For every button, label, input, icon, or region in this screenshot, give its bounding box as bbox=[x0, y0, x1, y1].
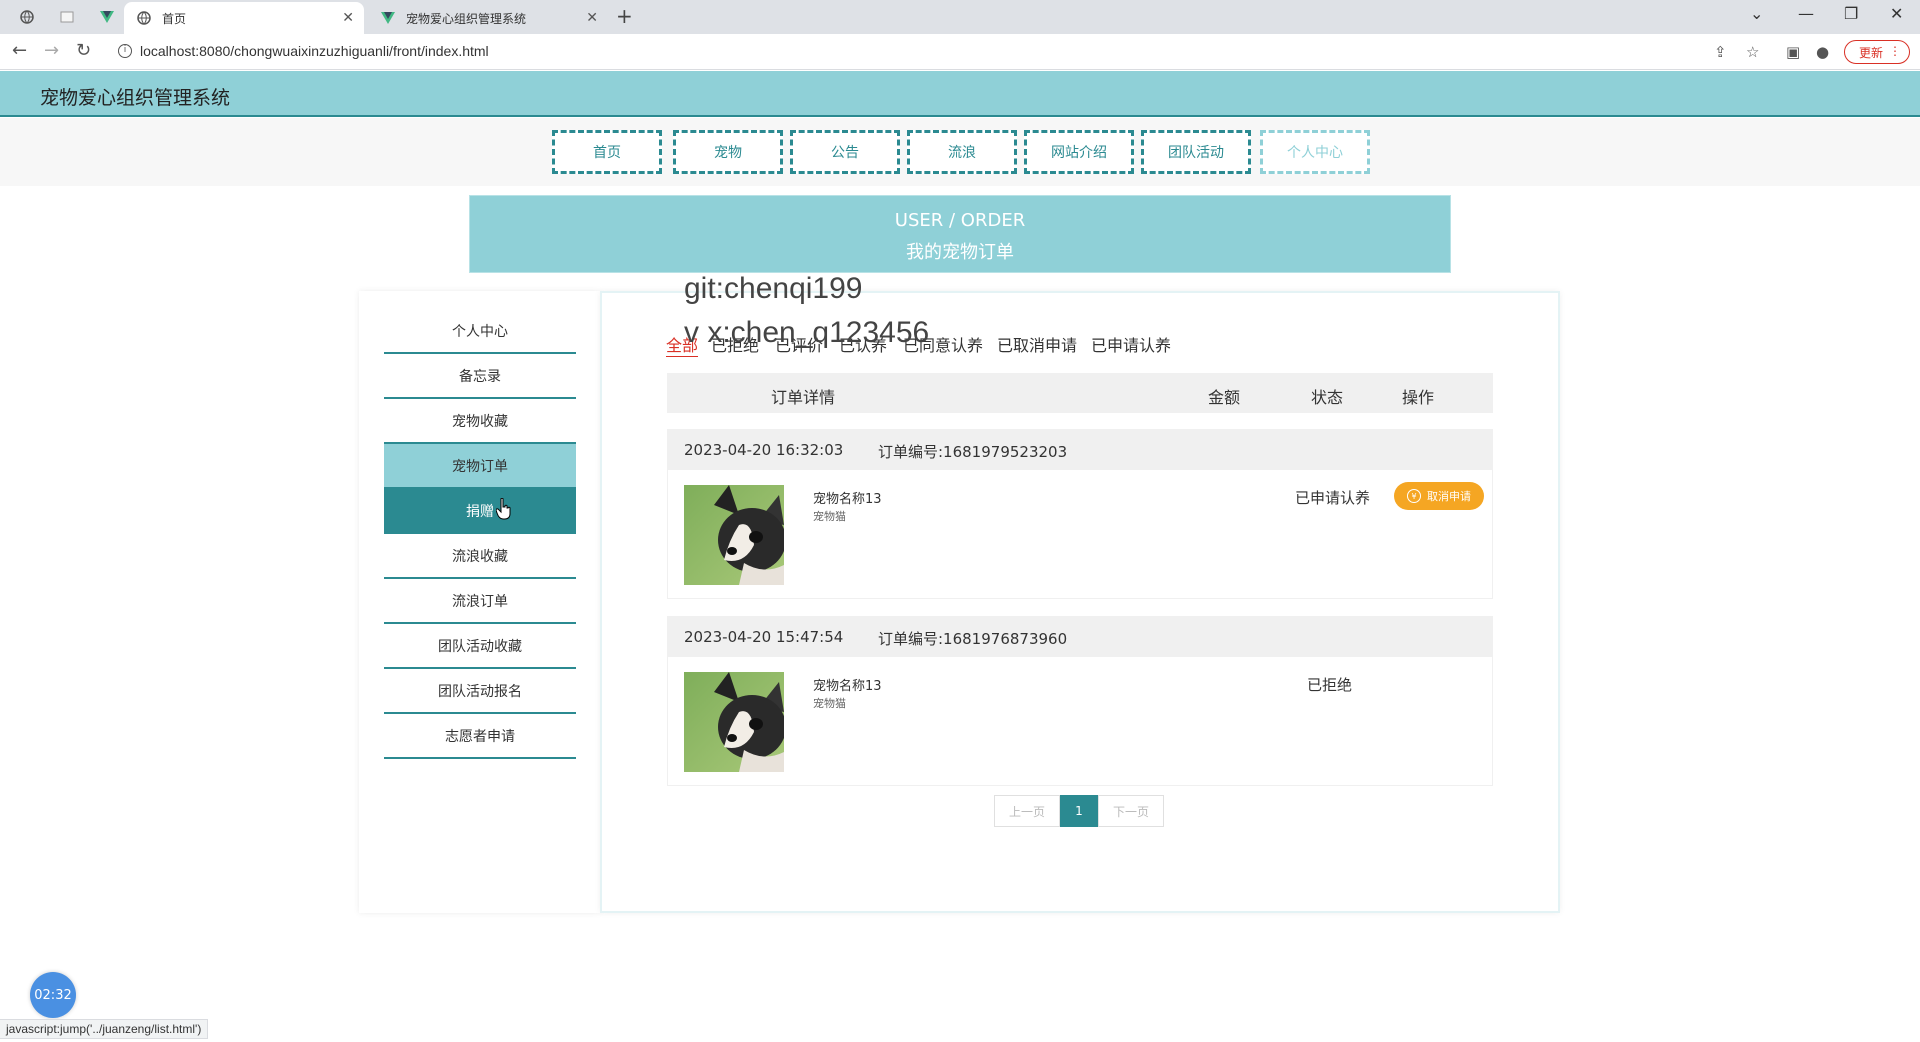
pet-photo[interactable] bbox=[684, 485, 784, 585]
watermark-line-2: v x:chen_q123456 bbox=[684, 316, 930, 349]
star-icon[interactable]: ☆ bbox=[1746, 43, 1759, 61]
orders-table-header: 订单详情 金额 状态 操作 bbox=[667, 373, 1493, 413]
filter-cancelled[interactable]: 已取消申请 bbox=[997, 332, 1077, 356]
yen-coin-icon: ¥ bbox=[1407, 489, 1421, 503]
back-icon[interactable]: ← bbox=[12, 40, 27, 61]
pet-name: 宠物名称13 bbox=[813, 492, 882, 507]
vue-logo-icon bbox=[380, 10, 396, 26]
share-icon[interactable]: ⇪ bbox=[1714, 43, 1727, 61]
browser-tab-bar: 首页 ✕ 宠物爱心组织管理系统 ✕ + ⌄ — ❐ ✕ bbox=[0, 0, 1920, 34]
user-sidebar: 个人中心 备忘录 宠物收藏 宠物订单 捐赠 流浪收藏 流浪订单 团队活动收藏 团… bbox=[359, 291, 600, 913]
page-banner: USER / ORDER 我的宠物订单 bbox=[469, 195, 1451, 273]
tab-system[interactable]: 宠物爱心组织管理系统 ✕ bbox=[368, 2, 608, 34]
pet-photo[interactable] bbox=[684, 672, 784, 772]
header-amount: 金额 bbox=[1208, 388, 1241, 407]
url-input[interactable]: localhost:8080/chongwuaixinzuzhiguanli/f… bbox=[140, 43, 489, 59]
nav-pets[interactable]: 宠物 bbox=[673, 130, 783, 174]
update-label: 更新 bbox=[1859, 45, 1884, 60]
sidebar-item-activity-favorites[interactable]: 团队活动收藏 bbox=[384, 624, 576, 669]
more-icon: ⋮ bbox=[1889, 44, 1901, 58]
sidebar-item-stray-favorites[interactable]: 流浪收藏 bbox=[384, 534, 576, 579]
order-number: 订单编号:1681976873960 bbox=[878, 630, 1068, 648]
close-icon[interactable]: ✕ bbox=[342, 10, 354, 26]
main-nav: 首页 宠物 公告 流浪 网站介绍 团队活动 个人中心 bbox=[0, 118, 1920, 186]
sidebar-item-pet-orders[interactable]: 宠物订单 bbox=[384, 444, 576, 489]
close-icon[interactable]: ✕ bbox=[586, 10, 598, 26]
pet-name: 宠物名称13 bbox=[813, 679, 882, 694]
cancel-application-button[interactable]: ¥ 取消申请 bbox=[1394, 482, 1484, 510]
address-bar: ← → ↻ i localhost:8080/chongwuaixinzuzhi… bbox=[0, 34, 1920, 70]
recording-timer[interactable]: 02:32 bbox=[30, 972, 76, 1018]
tab-home[interactable]: 首页 ✕ bbox=[124, 2, 364, 34]
restore-icon[interactable]: ❐ bbox=[1844, 4, 1858, 23]
order-number: 订单编号:1681979523203 bbox=[878, 443, 1068, 461]
nav-user-center[interactable]: 个人中心 bbox=[1260, 130, 1370, 174]
order-header: 2023-04-20 16:32:03 订单编号:1681979523203 bbox=[668, 430, 1492, 470]
globe-icon[interactable] bbox=[12, 6, 42, 28]
globe-icon bbox=[136, 10, 152, 26]
pet-category: 宠物猫 bbox=[813, 697, 846, 710]
nav-stray[interactable]: 流浪 bbox=[907, 130, 1017, 174]
nav-home[interactable]: 首页 bbox=[552, 130, 662, 174]
profile-icon[interactable]: ● bbox=[1816, 43, 1829, 61]
page-icon[interactable] bbox=[52, 6, 82, 28]
header-status: 状态 bbox=[1311, 388, 1344, 407]
filter-applied[interactable]: 已申请认养 bbox=[1091, 332, 1171, 356]
nav-about[interactable]: 网站介绍 bbox=[1024, 130, 1134, 174]
order-date: 2023-04-20 15:47:54 bbox=[684, 628, 844, 646]
sidebar-item-activity-signup[interactable]: 团队活动报名 bbox=[384, 669, 576, 714]
next-page-button[interactable]: 下一页 bbox=[1098, 795, 1164, 827]
tab-label: 宠物爱心组织管理系统 bbox=[406, 11, 527, 26]
close-window-icon[interactable]: ✕ bbox=[1890, 4, 1903, 23]
tab-label: 首页 bbox=[162, 11, 187, 26]
site-header: 宠物爱心组织管理系统 bbox=[0, 71, 1920, 117]
watermark-line-1: git:chenqi199 bbox=[684, 272, 863, 305]
info-icon[interactable]: i bbox=[118, 44, 132, 58]
nav-team-activity[interactable]: 团队活动 bbox=[1141, 130, 1251, 174]
banner-title-zh: 我的宠物订单 bbox=[906, 242, 1014, 263]
sidebar-item-stray-orders[interactable]: 流浪订单 bbox=[384, 579, 576, 624]
new-tab-icon[interactable]: + bbox=[616, 4, 633, 28]
order-row: 2023-04-20 15:47:54 订单编号:1681976873960 宠… bbox=[667, 616, 1493, 786]
vue-logo-icon[interactable] bbox=[92, 6, 122, 28]
sidebar-item-memo[interactable]: 备忘录 bbox=[384, 354, 576, 399]
sidebar-item-volunteer[interactable]: 志愿者申请 bbox=[384, 714, 576, 759]
nav-notice[interactable]: 公告 bbox=[790, 130, 900, 174]
prev-page-button[interactable]: 上一页 bbox=[994, 795, 1060, 827]
page-1-button[interactable]: 1 bbox=[1060, 795, 1098, 827]
minimize-icon[interactable]: — bbox=[1798, 4, 1814, 23]
order-status: 已拒绝 bbox=[1307, 676, 1353, 694]
sidebar-item-pet-favorites[interactable]: 宠物收藏 bbox=[384, 399, 576, 444]
header-action: 操作 bbox=[1402, 388, 1435, 407]
cancel-application-label: 取消申请 bbox=[1427, 490, 1471, 503]
chevron-down-icon[interactable]: ⌄ bbox=[1750, 4, 1763, 23]
banner-title-en: USER / ORDER bbox=[894, 210, 1026, 231]
sidebar-icon[interactable]: ▣ bbox=[1786, 43, 1800, 61]
browser-status-bar: javascript:jump('../juanzeng/list.html') bbox=[0, 1019, 209, 1039]
order-date: 2023-04-20 16:32:03 bbox=[684, 441, 844, 459]
sidebar-item-user-center[interactable]: 个人中心 bbox=[384, 309, 576, 354]
forward-icon[interactable]: → bbox=[44, 40, 59, 61]
order-header: 2023-04-20 15:47:54 订单编号:1681976873960 bbox=[668, 617, 1492, 657]
order-status: 已申请认养 bbox=[1295, 489, 1371, 507]
site-title: 宠物爱心组织管理系统 bbox=[40, 87, 231, 109]
pet-category: 宠物猫 bbox=[813, 510, 846, 523]
sidebar-item-donation[interactable]: 捐赠 bbox=[384, 489, 576, 534]
order-row: 2023-04-20 16:32:03 订单编号:1681979523203 宠… bbox=[667, 429, 1493, 599]
update-button[interactable]: 更新 ⋮ bbox=[1844, 40, 1910, 64]
header-details: 订单详情 bbox=[771, 388, 836, 407]
reload-icon[interactable]: ↻ bbox=[76, 40, 91, 61]
